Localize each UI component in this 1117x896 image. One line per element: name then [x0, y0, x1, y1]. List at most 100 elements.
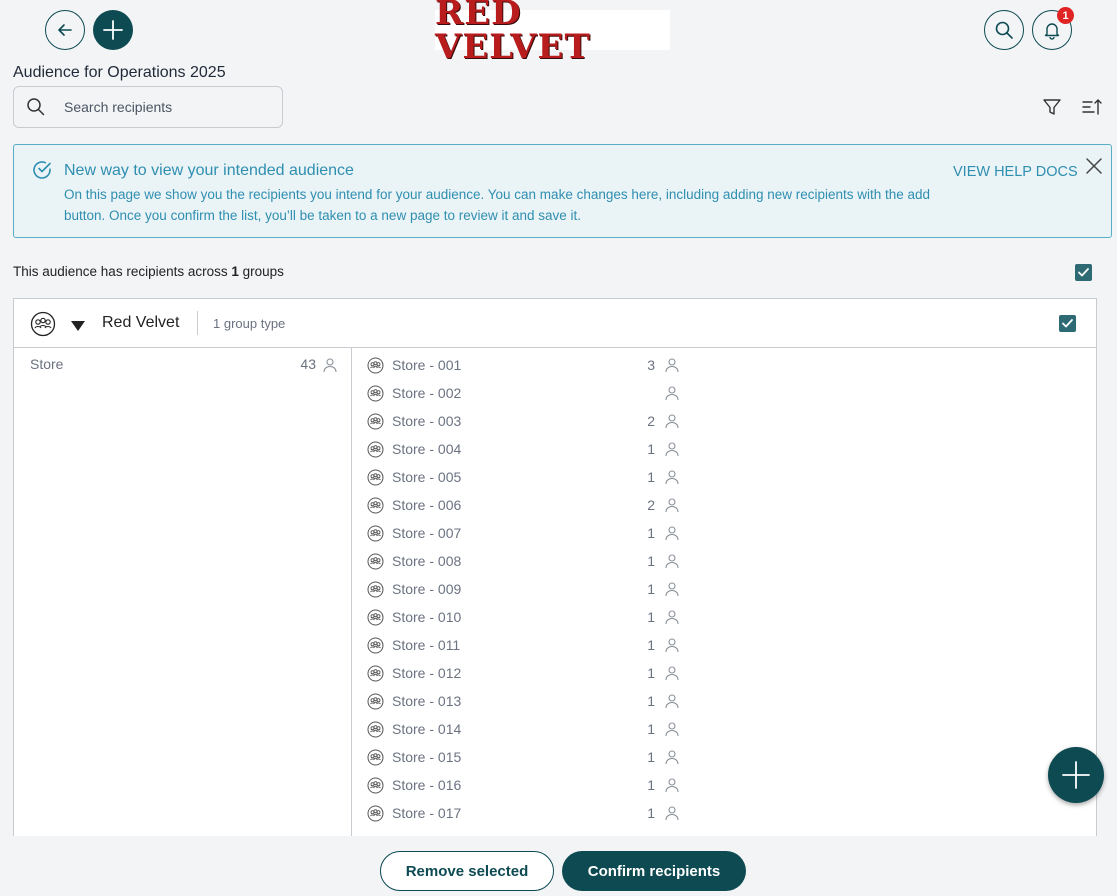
- store-group-icon: [367, 637, 384, 657]
- store-row[interactable]: Store - 010 1: [367, 607, 687, 629]
- person-icon: [664, 777, 680, 796]
- filter-button[interactable]: [1041, 96, 1063, 118]
- store-row[interactable]: Store - 006 2: [367, 495, 687, 517]
- store-recipient-count: 2: [647, 497, 655, 513]
- store-row[interactable]: Store - 009 1: [367, 579, 687, 601]
- group-header: Red Velvet 1 group type: [14, 299, 1096, 348]
- store-group-icon: [367, 497, 384, 517]
- add-button[interactable]: [93, 10, 133, 50]
- store-name: Store - 001: [392, 357, 462, 373]
- store-group-icon: [367, 441, 384, 461]
- person-icon: [664, 553, 680, 572]
- store-name: Store - 011: [392, 637, 461, 653]
- store-recipient-count: 1: [647, 665, 655, 681]
- group-type-label: Store: [30, 356, 64, 372]
- group-type-item-store[interactable]: Store 43: [30, 356, 338, 376]
- store-row[interactable]: Store - 003 2: [367, 411, 687, 433]
- store-recipient-count: 1: [647, 469, 655, 485]
- store-row[interactable]: Store - 008 1: [367, 551, 687, 573]
- arrow-left-icon: [58, 24, 72, 36]
- store-row[interactable]: Store - 015 1: [367, 747, 687, 769]
- close-icon: [1086, 158, 1102, 174]
- store-recipient-count: 1: [647, 553, 655, 569]
- search-icon: [26, 97, 46, 117]
- store-group-icon: [367, 609, 384, 629]
- person-icon: [664, 441, 680, 460]
- store-recipient-count: 1: [647, 441, 655, 457]
- store-row[interactable]: Store - 004 1: [367, 439, 687, 461]
- view-help-docs-link[interactable]: VIEW HELP DOCS: [953, 164, 1078, 180]
- top-bar: RED VELVET 1: [0, 0, 1117, 64]
- summary-prefix: This audience has recipients across: [13, 264, 228, 279]
- info-banner: New way to view your intended audience O…: [13, 144, 1112, 238]
- sort-button[interactable]: [1081, 96, 1103, 118]
- person-icon: [664, 385, 680, 404]
- confirm-recipients-button[interactable]: Confirm recipients: [562, 851, 746, 891]
- divider: [197, 311, 198, 335]
- store-name: Store - 007: [392, 525, 462, 541]
- store-name: Store - 010: [392, 609, 462, 625]
- check-circle-icon: [31, 159, 53, 186]
- store-name: Store - 015: [392, 749, 462, 765]
- sort-icon: [1082, 99, 1102, 115]
- store-recipient-count: 1: [647, 749, 655, 765]
- brand-logo: RED VELVET: [435, 0, 670, 64]
- store-name: Store - 012: [392, 665, 462, 681]
- logo-text: RED VELVET: [435, 0, 591, 67]
- search-input[interactable]: [64, 99, 264, 115]
- store-name: Store - 017: [392, 805, 462, 821]
- group-type-list: Store 43: [14, 348, 352, 838]
- person-icon: [664, 581, 680, 600]
- store-name: Store - 004: [392, 441, 462, 457]
- plus-icon: [1062, 761, 1090, 789]
- store-row[interactable]: Store - 013 1: [367, 691, 687, 713]
- plus-icon: [103, 20, 123, 40]
- person-icon: [664, 637, 680, 656]
- summary-suffix: groups: [242, 264, 284, 279]
- store-group-icon: [367, 805, 384, 825]
- group-icon: [30, 311, 56, 342]
- floating-add-button[interactable]: [1048, 747, 1104, 803]
- store-row[interactable]: Store - 002: [367, 383, 687, 405]
- banner-close-button[interactable]: [1084, 156, 1104, 181]
- store-group-icon: [367, 469, 384, 489]
- store-name: Store - 013: [392, 693, 462, 709]
- banner-body: On this page we show you the recipients …: [64, 187, 931, 223]
- store-row[interactable]: Store - 001 3: [367, 355, 687, 377]
- notifications-button[interactable]: 1: [1032, 7, 1074, 50]
- person-icon: [664, 749, 680, 768]
- store-row[interactable]: Store - 017 1: [367, 803, 687, 825]
- store-row[interactable]: Store - 011 1: [367, 635, 687, 657]
- store-group-icon: [367, 553, 384, 573]
- search-button[interactable]: [984, 10, 1024, 50]
- notification-badge: 1: [1057, 7, 1074, 24]
- store-row[interactable]: Store - 014 1: [367, 719, 687, 741]
- person-icon: [664, 357, 680, 376]
- group-checkbox[interactable]: [1059, 315, 1076, 332]
- banner-title: New way to view your intended audience: [64, 162, 354, 179]
- collapse-caret-icon[interactable]: [70, 319, 86, 337]
- search-icon: [995, 21, 1013, 39]
- group-type-label: 1 group type: [213, 316, 286, 331]
- page-title: Audience for Operations 2025: [13, 64, 226, 81]
- store-name: Store - 002: [392, 385, 462, 401]
- store-group-icon: [367, 693, 384, 713]
- footer-bar: Remove selected Confirm recipients: [0, 836, 1117, 896]
- person-icon: [664, 693, 680, 712]
- search-field[interactable]: [13, 86, 283, 128]
- store-group-icon: [367, 777, 384, 797]
- store-group-icon: [367, 357, 384, 377]
- store-row[interactable]: Store - 016 1: [367, 775, 687, 797]
- store-group-icon: [367, 413, 384, 433]
- select-all-checkbox[interactable]: [1075, 264, 1092, 281]
- store-row[interactable]: Store - 007 1: [367, 523, 687, 545]
- store-row[interactable]: Store - 012 1: [367, 663, 687, 685]
- store-row[interactable]: Store - 005 1: [367, 467, 687, 489]
- store-name: Store - 016: [392, 777, 462, 793]
- remove-selected-button[interactable]: Remove selected: [380, 851, 554, 891]
- audience-summary: This audience has recipients across 1 gr…: [13, 264, 284, 279]
- person-icon: [664, 805, 680, 824]
- back-button[interactable]: [45, 10, 85, 50]
- store-name: Store - 009: [392, 581, 462, 597]
- person-icon: [664, 609, 680, 628]
